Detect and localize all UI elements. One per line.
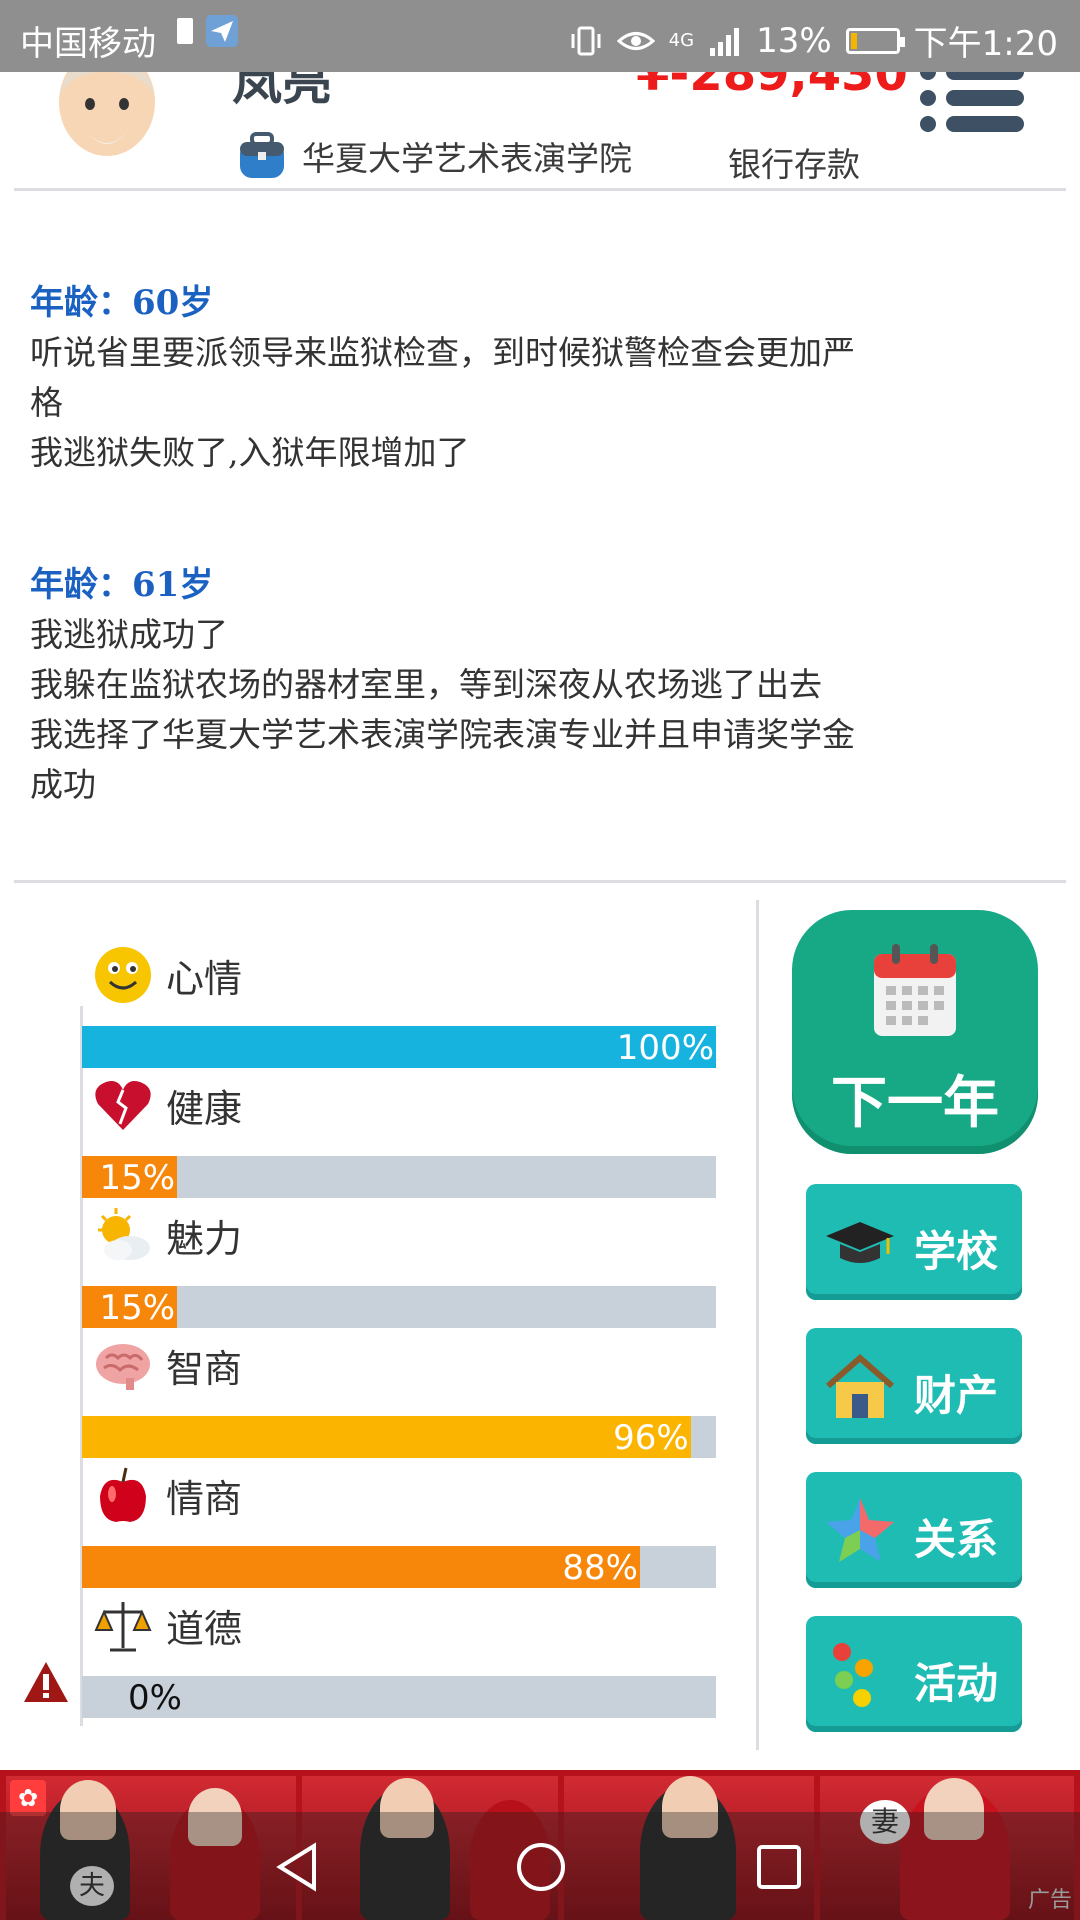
log-divider — [14, 880, 1066, 883]
apple-icon — [100, 1467, 146, 1522]
stat-health: 健康 15% — [82, 1074, 716, 1198]
stat-percent: 15% — [99, 1288, 176, 1328]
notification-icons — [175, 14, 239, 48]
scales-icon — [94, 1602, 152, 1652]
age-heading: 年龄：61岁 — [30, 565, 214, 605]
log-line: 格 — [30, 383, 63, 422]
stat-mood: 心情 100% — [82, 944, 716, 1068]
stat-percent: 0% — [128, 1678, 182, 1718]
stat-percent: 96% — [613, 1418, 689, 1458]
stat-bar: 96% — [82, 1416, 716, 1458]
property-label: 财产 — [914, 1371, 999, 1420]
event-log: 年龄：60岁 听说省里要派领导来监狱检查，到时候狱警检查会更加严 格 我逃狱失败… — [30, 278, 1060, 892]
stats-separator — [756, 900, 759, 1750]
smiley-icon — [95, 947, 151, 1003]
age-heading: 年龄：60岁 — [30, 283, 214, 323]
stat-bar: 15% — [82, 1156, 716, 1198]
header: 岚亮 ¥-289,430 华夏大学艺术表演学院 银行存款 — [0, 46, 1080, 190]
log-line: 成功 — [30, 765, 96, 804]
home-icon[interactable] — [514, 1840, 568, 1894]
bank-deposit-link[interactable]: 银行存款 — [728, 138, 860, 186]
stat-percent: 100% — [616, 1028, 714, 1068]
ad-logo-icon: ✿ — [10, 1780, 46, 1816]
stat-eq: 情商 88% — [82, 1464, 716, 1588]
activities-button[interactable]: 活动 — [806, 1616, 1022, 1732]
relations-button[interactable]: 关系 — [806, 1472, 1022, 1588]
stat-bar: 100% — [82, 1026, 716, 1068]
system-nav-bar — [0, 1812, 1080, 1920]
log-line: 我逃狱失败了,入狱年限增加了 — [30, 433, 470, 472]
log-line: 我逃狱成功了 — [30, 615, 228, 654]
next-year-label: 下一年 — [831, 1071, 999, 1136]
signal-icon — [710, 27, 740, 56]
house-icon — [826, 1354, 894, 1418]
vibrate-icon — [571, 26, 601, 55]
property-button[interactable]: 财产 — [806, 1328, 1022, 1444]
stat-intelligence: 智商 96% — [82, 1334, 716, 1458]
stat-label: 道德 — [166, 1606, 243, 1651]
log-line: 我选择了华夏大学艺术表演学院表演专业并且申请奖学金 — [30, 715, 855, 754]
stat-bar: 88% — [82, 1546, 716, 1588]
carrier-label: 中国移动 — [20, 24, 156, 64]
stat-label: 健康 — [166, 1086, 243, 1131]
status-bar: 中国移动 4G 13% 下午1:20 — [0, 0, 1080, 72]
stat-label: 情商 — [166, 1476, 243, 1521]
back-icon[interactable] — [270, 1840, 324, 1894]
log-entry: 年龄：61岁 我逃狱成功了 我躲在监狱农场的器材室里，等到深夜从农场逃了出去 我… — [30, 560, 1060, 810]
stat-label: 魅力 — [166, 1216, 243, 1261]
activity-dots-icon — [833, 1643, 873, 1707]
network-type-label: 4G — [668, 30, 695, 51]
recents-icon[interactable] — [752, 1840, 806, 1894]
stat-bar: 0% — [82, 1676, 716, 1718]
stat-charm: 魅力 15% — [82, 1204, 716, 1328]
log-entry: 年龄：60岁 听说省里要派领导来监狱检查，到时候狱警检查会更加严 格 我逃狱失败… — [30, 278, 1060, 478]
warning-icon[interactable] — [22, 1660, 70, 1704]
school-name: 华夏大学艺术表演学院 — [302, 139, 632, 178]
send-icon — [206, 15, 238, 47]
battery-icon — [845, 27, 905, 54]
school-info: 华夏大学艺术表演学院 — [236, 130, 632, 182]
sim-icon — [177, 18, 193, 44]
header-divider — [14, 188, 1066, 191]
stat-bar: 15% — [82, 1286, 716, 1328]
next-year-button[interactable]: 下一年 — [792, 910, 1038, 1154]
school-label: 学校 — [914, 1227, 999, 1276]
log-line: 听说省里要派领导来监狱检查，到时候狱警检查会更加严 — [30, 333, 855, 372]
clock: 下午1:20 — [913, 24, 1058, 64]
battery-percent: 13% — [756, 20, 832, 61]
star-icon — [826, 1498, 894, 1562]
activities-label: 活动 — [914, 1659, 999, 1708]
sun-cloud-icon — [98, 1208, 150, 1260]
broken-heart-icon — [95, 1081, 151, 1130]
stat-percent: 15% — [99, 1158, 176, 1198]
stat-label: 心情 — [166, 956, 243, 1001]
school-button[interactable]: 学校 — [806, 1184, 1022, 1300]
log-line: 我躲在监狱农场的器材室里，等到深夜从农场逃了出去 — [30, 665, 822, 704]
stat-morality: 道德 0% — [82, 1594, 716, 1718]
relations-label: 关系 — [914, 1515, 999, 1564]
eye-icon — [616, 31, 655, 50]
stat-percent: 88% — [562, 1548, 638, 1588]
stat-label: 智商 — [166, 1346, 243, 1391]
school-bag-icon — [240, 132, 284, 178]
status-right: 4G 13% 下午1:20 — [569, 16, 1058, 65]
brain-icon — [96, 1344, 150, 1390]
calendar-icon — [874, 944, 956, 1036]
graduation-cap-icon — [826, 1222, 894, 1263]
